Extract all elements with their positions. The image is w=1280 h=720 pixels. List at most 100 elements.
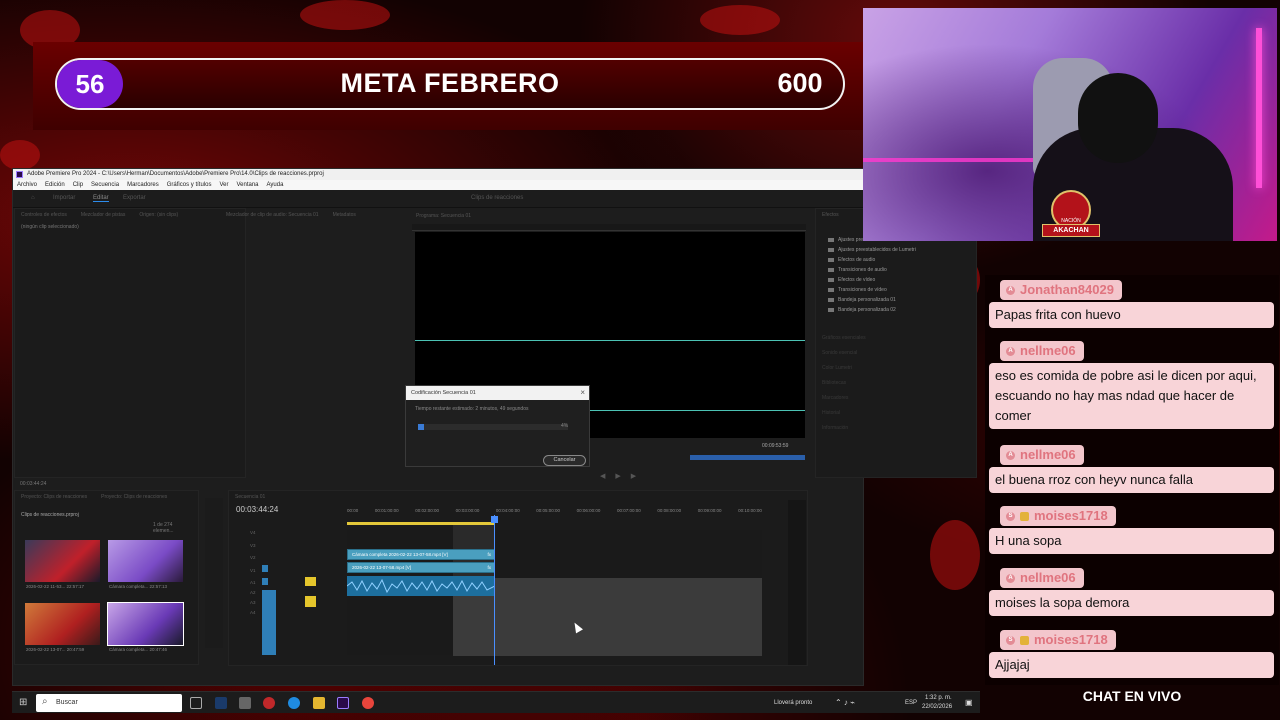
collapsed-panel[interactable]: Sonido esencial — [816, 346, 976, 361]
chat-message: el buena rroz con heyv nunca falla — [989, 467, 1274, 493]
audio-clip[interactable] — [346, 576, 496, 596]
tab-project-2[interactable]: Proyecto: Clips de reacciones — [101, 494, 167, 500]
track-label[interactable]: A3 — [250, 598, 256, 608]
track-label[interactable]: A2 — [250, 588, 256, 598]
tab-sequence[interactable]: Secuencia 01 — [235, 494, 265, 500]
home-icon[interactable]: ⌂ — [31, 195, 35, 201]
playback-controls[interactable]: ◀▶▶ — [600, 472, 646, 480]
collapsed-panel[interactable]: Historial — [816, 406, 976, 421]
effects-folder[interactable]: Efectos de vídeo — [816, 275, 976, 285]
chat-username: A nellme06 — [1000, 445, 1084, 465]
task-view-icon[interactable] — [190, 697, 202, 709]
chat-username: S moises1718 — [1000, 630, 1116, 650]
no-clip-selected-text: (ningún clip seleccionado) — [21, 224, 79, 230]
track-label[interactable]: V2 — [250, 552, 256, 565]
photoshop-icon[interactable] — [215, 697, 227, 709]
track-label[interactable]: A4 — [250, 608, 256, 618]
empty-track-area[interactable] — [453, 578, 762, 656]
source-patch[interactable] — [262, 590, 276, 655]
source-timecode: 00:03:44:24 — [20, 481, 47, 487]
menu-clip[interactable]: Clip — [73, 180, 83, 190]
windows-start-icon[interactable]: ⊞ — [19, 697, 27, 708]
tab-effect-controls[interactable]: Controles de efectos — [21, 212, 67, 218]
menu-secuencia[interactable]: Secuencia — [91, 180, 119, 190]
video-clip[interactable]: Cámara completa 2026-02-22 13-07-58.mp4 … — [347, 549, 495, 560]
premiere-taskbar-icon[interactable] — [337, 697, 349, 709]
notification-icon[interactable]: ▣ — [965, 698, 973, 707]
collapsed-panel[interactable]: Información — [816, 421, 976, 436]
menu-graficos[interactable]: Gráficos y títulos — [167, 180, 212, 190]
user-badge-icon: A — [1006, 285, 1015, 295]
menu-ventana[interactable]: Ventana — [236, 180, 258, 190]
user-badge-icon: A — [1006, 346, 1015, 356]
clock-time[interactable]: 1:32 p. m. — [925, 695, 952, 701]
menu-ayuda[interactable]: Ayuda — [267, 180, 284, 190]
sub-badge-icon — [1020, 511, 1029, 521]
clip-thumbnail[interactable] — [107, 602, 184, 646]
clip-caption: 2026-02-22 13-07... 20:47:59 — [26, 647, 85, 652]
logo-name: AKACHAN — [1042, 224, 1100, 237]
channel-logo: NACIÓN AKACHAN — [1042, 190, 1100, 260]
menu-ver[interactable]: Ver — [219, 180, 228, 190]
effects-folder[interactable]: Ajustes preestablecidos de Lumetri — [816, 245, 976, 255]
tab-program[interactable]: Programa: Secuencia 01 — [416, 213, 471, 219]
tab-project[interactable]: Proyecto: Clips de reacciones — [21, 494, 87, 500]
program-scrubber[interactable] — [690, 455, 805, 460]
premiere-logo-icon — [16, 171, 23, 178]
track-label[interactable]: V4 — [250, 527, 256, 540]
clock-date[interactable]: 22/02/2026 — [922, 704, 952, 710]
track-target[interactable] — [262, 578, 268, 585]
obs-icon[interactable] — [263, 697, 275, 709]
tab-importar[interactable]: Importar — [53, 195, 75, 201]
tab-clip-audio-mixer[interactable]: Mezclador de clip de audio: Secuencia 01 — [226, 212, 319, 218]
chat-username: A nellme06 — [1000, 568, 1084, 588]
video-clip[interactable]: 2026-02-22 13-07-58.mp4 [V] fx — [347, 562, 495, 573]
menu-marcadores[interactable]: Marcadores — [127, 180, 159, 190]
file-explorer-icon[interactable] — [313, 697, 325, 709]
cancel-button[interactable]: Cancelar — [543, 455, 586, 466]
collapsed-panel[interactable]: Gráficos esenciales — [816, 331, 976, 346]
close-icon[interactable]: × — [580, 386, 585, 400]
window-titlebar[interactable]: Adobe Premiere Pro 2024 - C:\Users\Herma… — [13, 169, 863, 180]
user-badge-icon: A — [1006, 573, 1015, 583]
effects-folder[interactable]: Bandeja personalizada 01 — [816, 295, 976, 305]
effects-folder[interactable]: Bandeja personalizada 02 — [816, 305, 976, 315]
tray-icons[interactable]: ⌃ ♪ ⌁ — [835, 698, 855, 707]
clip-thumbnail[interactable] — [108, 540, 183, 582]
clip-thumbnail[interactable] — [25, 540, 100, 582]
chrome-icon[interactable] — [362, 697, 374, 709]
mute-button[interactable] — [305, 577, 316, 586]
timeline-timecode[interactable]: 00:03:44:24 — [236, 505, 278, 514]
track-label[interactable]: V1 — [250, 565, 256, 578]
weather-text[interactable]: Lloverá pronto — [774, 700, 812, 706]
user-badge-icon: S — [1006, 635, 1015, 645]
audio-meters — [788, 500, 806, 665]
collapsed-panel[interactable]: Marcadores — [816, 391, 976, 406]
playhead-handle[interactable] — [491, 516, 498, 523]
menu-edicion[interactable]: Edición — [45, 180, 65, 190]
track-target[interactable] — [262, 565, 268, 572]
ruler-tick: 00:05:00:00 — [536, 508, 561, 513]
effects-folder[interactable]: Transiciones de audio — [816, 265, 976, 275]
solo-button[interactable] — [305, 596, 316, 607]
tab-source[interactable]: Origen: (sin clips) — [139, 212, 178, 218]
effects-folder[interactable]: Efectos de audio — [816, 255, 976, 265]
track-label[interactable]: A1 — [250, 578, 256, 588]
tab-editar[interactable]: Editar — [93, 195, 109, 202]
tab-exportar[interactable]: Exportar — [123, 195, 146, 201]
tab-track-mixer[interactable]: Mezclador de pistas — [81, 212, 125, 218]
app-icon[interactable] — [239, 697, 251, 709]
clip-thumbnail[interactable] — [25, 603, 100, 645]
search-input[interactable]: Buscar — [36, 694, 182, 712]
collapsed-panel[interactable]: Color Lumetri — [816, 361, 976, 376]
language-indicator[interactable]: ESP — [905, 700, 917, 706]
effects-folder[interactable]: Transiciones de vídeo — [816, 285, 976, 295]
collapsed-panel[interactable]: Bibliotecas — [816, 376, 976, 391]
edge-icon[interactable] — [288, 697, 300, 709]
playhead[interactable] — [494, 515, 495, 665]
ruler-tick: 00:09:00:00 — [697, 508, 722, 513]
tab-effects[interactable]: Efectos — [822, 212, 839, 218]
tab-metadata[interactable]: Metadatos — [333, 212, 356, 218]
menu-archivo[interactable]: Archivo — [17, 180, 37, 190]
track-label[interactable]: V3 — [250, 540, 256, 553]
